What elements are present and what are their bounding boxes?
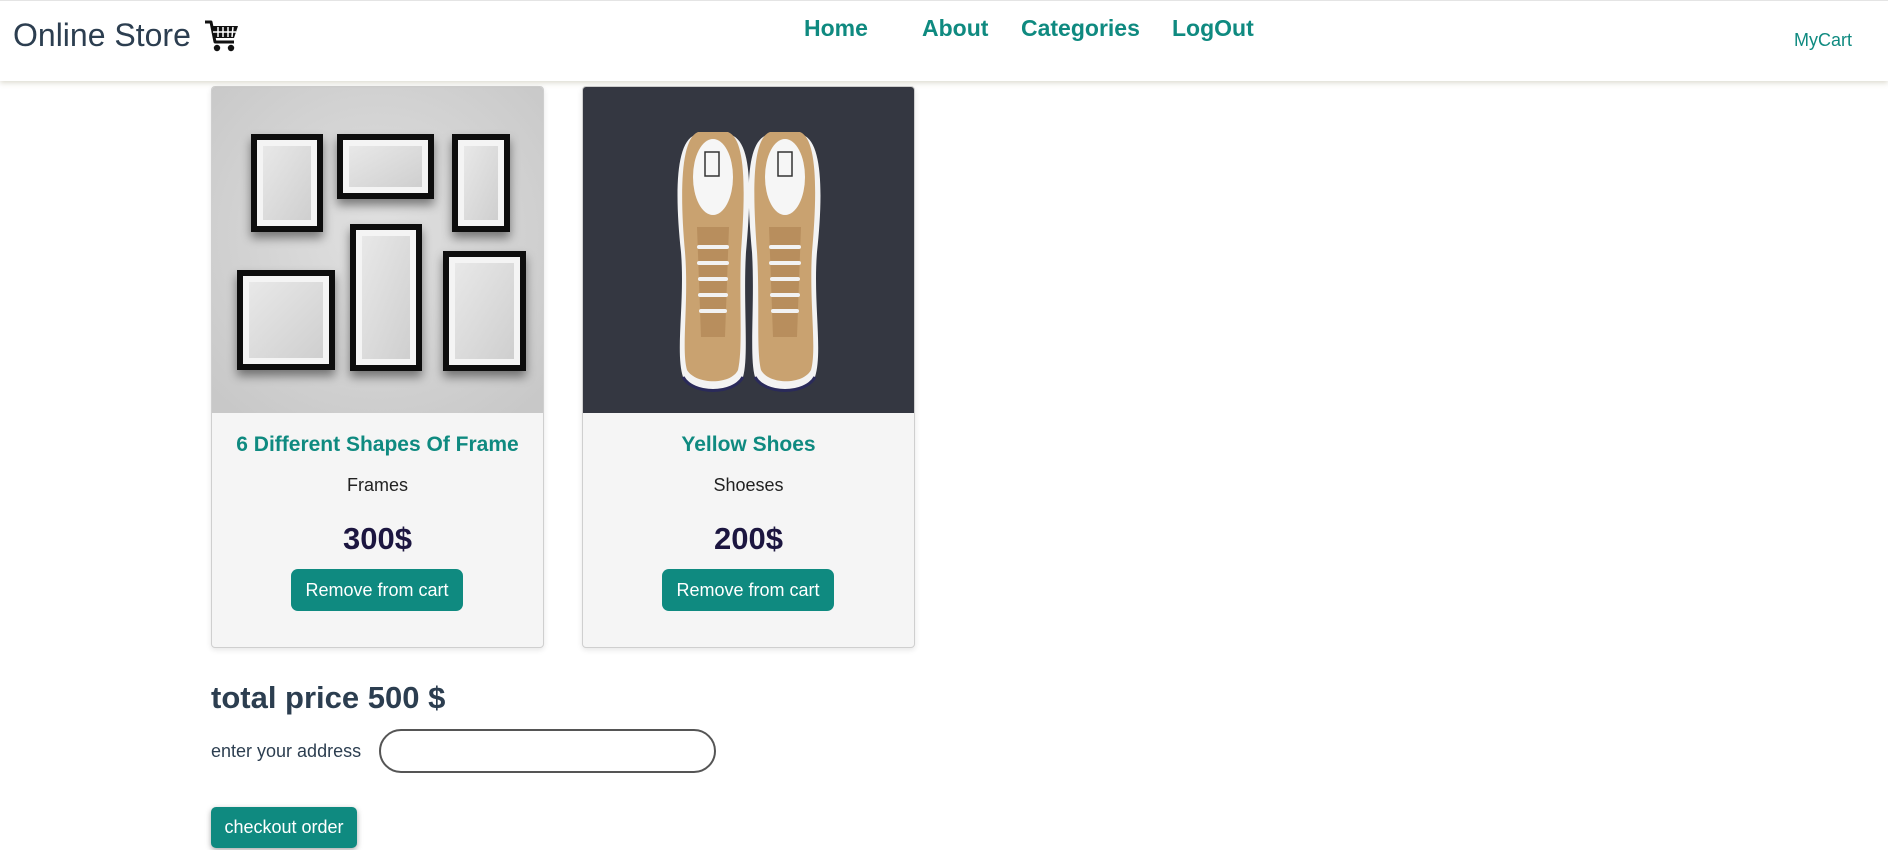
product-category: Shoeses <box>713 475 784 495</box>
remove-from-cart-button[interactable]: Remove from cart <box>291 569 463 611</box>
product-title: 6 Different Shapes Of Frame <box>236 433 519 456</box>
brand[interactable]: Online Store <box>13 17 241 54</box>
brand-label: Online Store <box>13 17 191 53</box>
navbar: Online Store Home About Categories LogOu… <box>0 0 1888 81</box>
remove-from-cart-button[interactable]: Remove from cart <box>662 569 834 611</box>
address-input[interactable] <box>379 729 716 773</box>
cart-item-card: 6 Different Shapes Of Frame Frames 300$ … <box>211 86 544 648</box>
checkout-order-button[interactable]: checkout order <box>211 807 357 848</box>
product-title: Yellow Shoes <box>681 433 816 456</box>
nav-logout-link[interactable]: LogOut <box>1172 15 1254 42</box>
product-price: 200$ <box>714 521 783 556</box>
picture-frames-image <box>212 87 543 413</box>
yellow-shoes-image <box>583 87 914 413</box>
address-label: enter your address <box>211 741 362 761</box>
product-price: 300$ <box>343 521 412 556</box>
shopping-cart-icon <box>203 18 241 54</box>
nav-home-link[interactable]: Home <box>804 15 868 42</box>
nav-about-link[interactable]: About <box>922 15 988 42</box>
cart-item-card: Yellow Shoes Shoeses 200$ Remove from ca… <box>582 86 915 648</box>
product-category: Frames <box>346 475 408 495</box>
total-price: total price 500 $ <box>211 680 446 715</box>
nav-categories-link[interactable]: Categories <box>1021 15 1140 42</box>
mycart-link[interactable]: MyCart <box>1794 30 1852 51</box>
